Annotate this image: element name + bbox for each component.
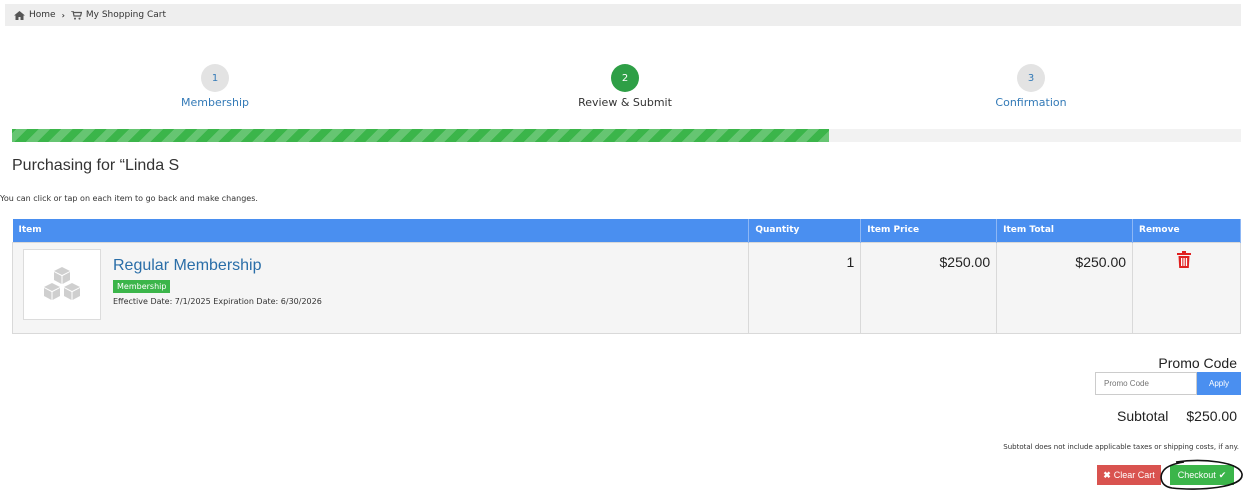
home-icon[interactable] <box>14 10 25 20</box>
item-quantity: 1 <box>748 241 862 334</box>
close-icon: ✖ <box>1103 469 1111 480</box>
clear-cart-label: Clear Cart <box>1113 470 1155 480</box>
breadcrumb-cart: My Shopping Cart <box>85 10 166 20</box>
step-review-submit: 2 Review & Submit <box>545 64 705 109</box>
table-row[interactable]: Regular Membership Membership Effective … <box>11 241 1241 334</box>
progress-bar <box>12 129 1241 142</box>
step-number: 3 <box>1017 64 1045 92</box>
apply-button[interactable]: Apply <box>1197 372 1241 395</box>
breadcrumb-home[interactable]: Home <box>29 10 56 20</box>
edit-hint: You can click or tap on each item to go … <box>0 194 258 203</box>
promo-code-row: Apply <box>1095 372 1241 395</box>
checkout-label: Checkout <box>1177 470 1216 480</box>
breadcrumb: Home › My Shopping Cart <box>5 4 1241 26</box>
header-remove: Remove <box>1132 219 1241 242</box>
step-membership[interactable]: 1 Membership <box>135 64 295 109</box>
subtotal-label: Subtotal <box>1117 408 1169 424</box>
header-item-price: Item Price <box>860 219 998 242</box>
item-dates: Effective Date: 7/1/2025 Expiration Date… <box>113 296 322 306</box>
item-thumbnail[interactable] <box>23 248 101 320</box>
breadcrumb-separator: › <box>61 10 65 20</box>
cart-table: Item Quantity Item Price Item Total Remo… <box>11 219 1241 334</box>
purchasing-for-heading: Purchasing for “Linda S <box>12 157 180 174</box>
subtotal-value: $250.00 <box>1186 408 1237 424</box>
step-label: Review & Submit <box>578 96 672 109</box>
header-item: Item <box>12 219 750 242</box>
cart-icon <box>70 10 82 20</box>
subtotal-note: Subtotal does not include applicable tax… <box>1003 443 1239 451</box>
table-header-row: Item Quantity Item Price Item Total Remo… <box>12 219 1241 242</box>
checkout-button[interactable]: Checkout ✔ <box>1170 465 1234 485</box>
subtotal: Subtotal $250.00 <box>1117 408 1237 424</box>
step-label[interactable]: Confirmation <box>951 96 1111 109</box>
progress-fill <box>12 129 830 142</box>
item-price: $250.00 <box>860 241 998 334</box>
promo-code-input[interactable] <box>1095 372 1197 395</box>
check-icon: ✔ <box>1218 469 1227 480</box>
item-cell[interactable]: Regular Membership Membership Effective … <box>11 241 750 334</box>
trash-icon[interactable] <box>1177 250 1192 271</box>
header-item-total: Item Total <box>996 219 1134 242</box>
item-total: $250.00 <box>996 241 1134 334</box>
clear-cart-button[interactable]: ✖ Clear Cart <box>1097 465 1161 485</box>
step-number: 2 <box>611 64 639 92</box>
item-title-link[interactable]: Regular Membership <box>113 257 322 275</box>
promo-code-title: Promo Code <box>1158 355 1237 371</box>
step-label[interactable]: Membership <box>135 96 295 109</box>
step-number: 1 <box>201 64 229 92</box>
step-confirmation[interactable]: 3 Confirmation <box>951 64 1111 109</box>
boxes-icon <box>44 267 80 300</box>
remove-cell <box>1132 241 1241 334</box>
header-quantity: Quantity <box>748 219 862 242</box>
item-type-badge: Membership <box>113 279 171 293</box>
